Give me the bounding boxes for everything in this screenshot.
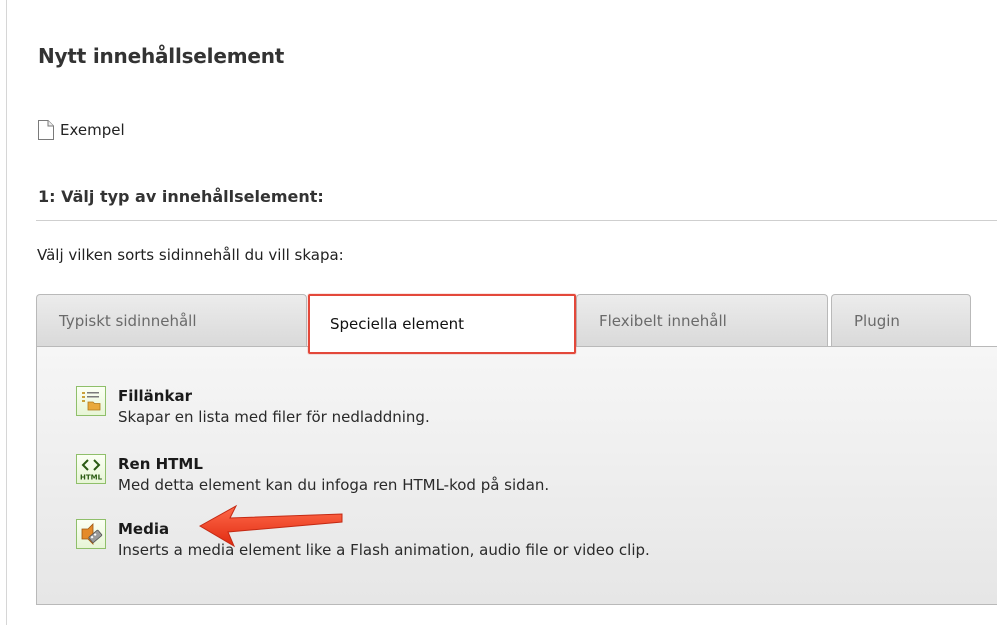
tab-speciella-element[interactable]: Speciella element [308,294,576,354]
file-links-icon [76,386,106,416]
tab-label: Speciella element [330,315,465,333]
section-divider [36,220,997,221]
page-name: Exempel [60,121,125,139]
tab-typiskt-sidinnehall[interactable]: Typiskt sidinnehåll [36,294,307,347]
tab-label: Flexibelt innehåll [599,312,727,330]
html-code-icon: HTML [76,454,106,484]
instruction-text: Välj vilken sorts sidinnehåll du vill sk… [37,246,344,264]
page-title: Nytt innehållselement [38,44,285,68]
element-title: Ren HTML [118,455,203,473]
element-option-fillankar[interactable]: Fillänkar Skapar en lista med filer för … [76,386,430,428]
tab-label: Typiskt sidinnehåll [59,312,197,330]
step-heading: 1: Välj typ av innehållselement: [38,187,324,206]
page-reference[interactable]: Exempel [37,119,125,141]
element-description: Med detta element kan du infoga ren HTML… [118,476,550,494]
media-icon [76,519,106,549]
svg-text:HTML: HTML [80,474,103,482]
element-option-media[interactable]: Media Inserts a media element like a Fla… [76,519,650,561]
page-document-icon [38,120,54,140]
element-title: Fillänkar [118,387,192,405]
frame-border [6,0,7,625]
element-description: Skapar en lista med filer för nedladdnin… [118,408,430,426]
tab-flexibelt-innehall[interactable]: Flexibelt innehåll [576,294,828,347]
tab-label: Plugin [854,312,900,330]
element-option-ren-html[interactable]: HTML Ren HTML Med detta element kan du i… [76,454,549,496]
tab-plugin[interactable]: Plugin [831,294,971,347]
annotation-arrow-icon [198,504,343,548]
